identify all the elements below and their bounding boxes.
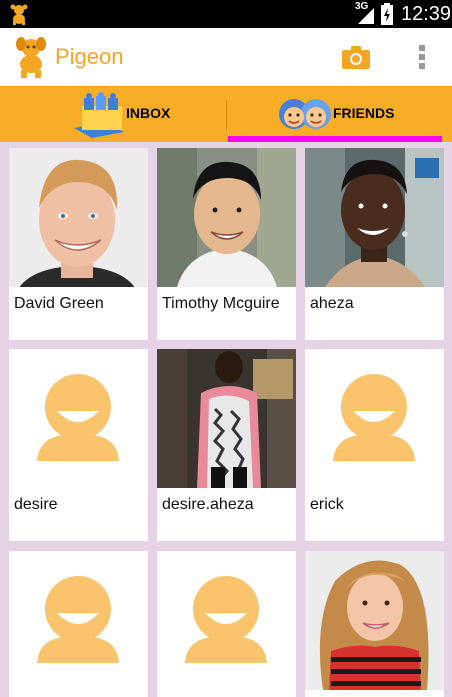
friend-card[interactable]: erick <box>305 349 444 541</box>
camera-icon[interactable] <box>341 44 371 70</box>
placeholder-avatar-icon <box>9 349 148 488</box>
placeholder-avatar-icon <box>9 551 148 690</box>
friend-name: desire <box>14 496 58 513</box>
signal-icon <box>358 8 374 24</box>
tab-friends-label: FRIENDS <box>333 105 395 121</box>
friends-icon <box>279 99 331 129</box>
friend-photo <box>305 551 444 690</box>
friend-card[interactable]: desire.aheza <box>157 349 296 541</box>
friend-card[interactable]: David Green <box>9 148 148 340</box>
friend-name: David Green <box>14 295 104 312</box>
tab-divider <box>226 100 227 130</box>
tab-inbox-label: INBOX <box>126 105 171 121</box>
friend-card[interactable] <box>157 551 296 697</box>
tab-friends[interactable]: FRIENDS <box>226 86 452 142</box>
pigeon-logo-icon[interactable] <box>12 36 50 78</box>
friend-photo <box>9 148 148 287</box>
clock: 12:39 <box>401 3 452 25</box>
tab-bar: INBOX FRIENDS <box>0 86 452 142</box>
action-bar: Pigeon <box>0 28 452 86</box>
friend-photo <box>305 148 444 287</box>
friends-grid: David Green Timothy Mcguire aheza desire… <box>0 142 452 697</box>
dog-notification-icon <box>10 4 28 25</box>
status-bar: 3G 12:39 <box>0 0 452 28</box>
friend-card[interactable] <box>9 551 148 697</box>
friend-photo <box>157 349 296 488</box>
friend-name: Timothy Mcguire <box>162 295 280 312</box>
friend-name: desire.aheza <box>162 496 254 513</box>
placeholder-avatar-icon <box>305 349 444 488</box>
friend-card[interactable]: desire <box>9 349 148 541</box>
friend-name: erick <box>310 496 344 513</box>
friend-name: aheza <box>310 295 354 312</box>
app-title: Pigeon <box>55 44 124 69</box>
friend-photo <box>157 148 296 287</box>
friend-card[interactable] <box>305 551 444 697</box>
inbox-icon <box>74 92 124 138</box>
overflow-menu-icon[interactable] <box>412 42 432 72</box>
friend-card[interactable]: aheza <box>305 148 444 340</box>
placeholder-avatar-icon <box>157 551 296 690</box>
battery-icon <box>381 3 393 25</box>
tab-inbox[interactable]: INBOX <box>0 86 226 142</box>
friend-card[interactable]: Timothy Mcguire <box>157 148 296 340</box>
